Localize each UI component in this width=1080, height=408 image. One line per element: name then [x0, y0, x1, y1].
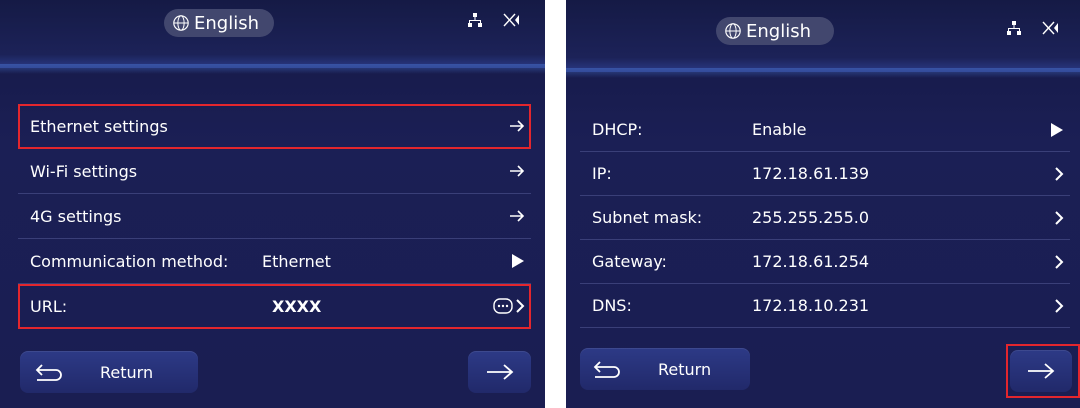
- communication-method-row[interactable]: Communication method: Ethernet: [18, 239, 531, 284]
- ethernet-menu-screen: English Ethernet settings Wi-Fi settings: [0, 0, 545, 408]
- row-label: URL:: [30, 296, 68, 316]
- status-icons: [468, 12, 520, 28]
- row-label: DHCP:: [592, 120, 643, 139]
- arrow-right-icon: [509, 209, 525, 223]
- chevron-right-icon: [1054, 166, 1064, 181]
- url-row[interactable]: URL: XXXX: [18, 284, 531, 329]
- chevron-right-icon: [516, 299, 525, 313]
- row-label: IP:: [592, 164, 612, 183]
- arrow-right-icon: [509, 164, 525, 178]
- chevron-right-icon: [1054, 210, 1064, 225]
- gateway-value: 172.18.61.254: [752, 252, 870, 271]
- row-label: 4G settings: [30, 206, 122, 226]
- arrow-right-icon: [509, 119, 525, 133]
- header-divider: [0, 64, 545, 74]
- status-icons: [1007, 20, 1059, 36]
- communication-method-value: Ethernet: [262, 251, 331, 271]
- network-icon: [468, 13, 482, 27]
- language-selector[interactable]: English: [716, 17, 834, 45]
- subnet-mask-value: 255.255.255.0: [752, 208, 870, 227]
- wifi-settings-row[interactable]: Wi-Fi settings: [18, 149, 531, 194]
- language-label: English: [746, 20, 811, 42]
- row-label: Subnet mask:: [592, 208, 703, 227]
- globe-icon: [173, 15, 189, 31]
- dns-value: 172.18.10.231: [752, 296, 870, 315]
- header-divider: [566, 68, 1080, 78]
- return-label: Return: [658, 359, 712, 379]
- language-label: English: [194, 12, 259, 34]
- url-value: XXXX: [272, 296, 322, 316]
- play-icon: [1050, 122, 1064, 138]
- url-actions[interactable]: [493, 298, 525, 314]
- row-label: Gateway:: [592, 252, 667, 271]
- play-icon: [511, 253, 525, 269]
- row-label: DNS:: [592, 296, 632, 315]
- subnet-mask-row[interactable]: Subnet mask: 255.255.255.0: [580, 196, 1070, 240]
- ethernet-settings-row[interactable]: Ethernet settings: [18, 104, 531, 149]
- next-button[interactable]: [468, 351, 531, 393]
- network-icon: [1007, 21, 1021, 35]
- ethernet-settings-screen: English DHCP: Enable IP: 172.18.61.139 S…: [566, 0, 1080, 408]
- network-params-list: DHCP: Enable IP: 172.18.61.139 Subnet ma…: [580, 108, 1070, 328]
- return-label: Return: [100, 362, 154, 382]
- settings-list: Ethernet settings Wi-Fi settings 4G sett…: [18, 104, 531, 329]
- chevron-right-icon: [1054, 254, 1064, 269]
- dhcp-row[interactable]: DHCP: Enable: [580, 108, 1070, 152]
- ip-value: 172.18.61.139: [752, 164, 870, 183]
- highlight-box: [1006, 344, 1080, 398]
- header-bar: [0, 0, 545, 68]
- dhcp-value: Enable: [752, 120, 807, 139]
- row-label: Communication method:: [30, 251, 229, 271]
- arrow-right-icon: [486, 364, 513, 380]
- ip-row[interactable]: IP: 172.18.61.139: [580, 152, 1070, 196]
- language-selector[interactable]: English: [164, 9, 274, 37]
- more-icon[interactable]: [493, 298, 513, 314]
- return-button[interactable]: Return: [580, 348, 750, 390]
- no-signal-icon: [1042, 21, 1058, 35]
- return-icon: [35, 364, 62, 381]
- dns-row[interactable]: DNS: 172.18.10.231: [580, 284, 1070, 328]
- gateway-row[interactable]: Gateway: 172.18.61.254: [580, 240, 1070, 284]
- no-signal-icon: [503, 13, 519, 27]
- 4g-settings-row[interactable]: 4G settings: [18, 194, 531, 239]
- return-icon: [593, 361, 620, 378]
- globe-icon: [725, 23, 741, 39]
- return-button[interactable]: Return: [20, 351, 198, 393]
- row-label: Ethernet settings: [30, 116, 168, 136]
- chevron-right-icon: [1054, 298, 1064, 313]
- row-label: Wi-Fi settings: [30, 161, 138, 181]
